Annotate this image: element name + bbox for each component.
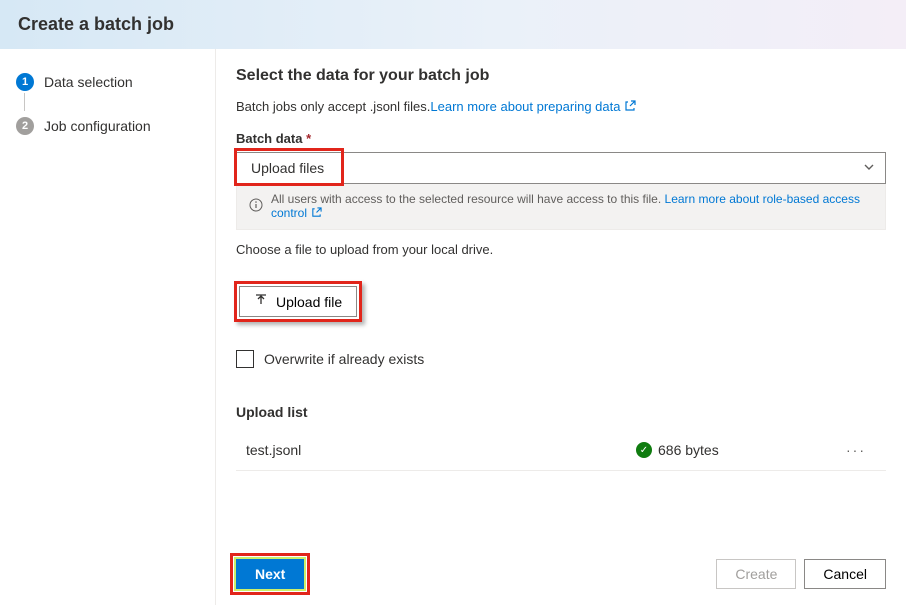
wizard-steps-sidebar: 1 Data selection 2 Job configuration — [0, 49, 215, 605]
wizard-footer: Next Create Cancel — [216, 547, 906, 605]
overwrite-checkbox[interactable] — [236, 350, 254, 368]
batch-data-select[interactable]: Upload files — [236, 152, 886, 184]
next-button[interactable]: Next — [236, 559, 304, 589]
highlight-annotation: Next — [236, 559, 304, 589]
step-job-configuration[interactable]: 2 Job configuration — [12, 111, 202, 141]
create-button: Create — [716, 559, 796, 589]
info-icon — [249, 198, 263, 215]
required-mark: * — [306, 131, 311, 146]
step-number-badge: 2 — [16, 117, 34, 135]
step-label: Job configuration — [44, 118, 151, 134]
overwrite-checkbox-row: Overwrite if already exists — [236, 350, 886, 368]
learn-preparing-data-link[interactable]: Learn more about preparing data — [430, 99, 636, 114]
upload-icon — [254, 293, 268, 310]
step-connector — [24, 93, 25, 111]
accept-note: Batch jobs only accept .jsonl files.Lear… — [236, 99, 886, 115]
section-heading: Select the data for your batch job — [236, 67, 886, 85]
step-data-selection[interactable]: 1 Data selection — [12, 67, 202, 97]
external-link-icon — [624, 100, 636, 115]
chevron-down-icon — [863, 160, 875, 176]
upload-list-heading: Upload list — [236, 404, 886, 420]
access-info-bar: All users with access to the selected re… — [236, 184, 886, 230]
success-check-icon: ✓ — [636, 442, 652, 458]
file-name: test.jsonl — [246, 442, 636, 458]
batch-data-label: Batch data * — [236, 131, 886, 146]
more-actions-button[interactable]: ··· — [836, 442, 876, 458]
highlight-annotation: Upload file — [236, 283, 360, 320]
file-size: 686 bytes — [658, 442, 719, 458]
cancel-button[interactable]: Cancel — [804, 559, 886, 589]
choose-file-text: Choose a file to upload from your local … — [236, 242, 886, 257]
main-panel: Select the data for your batch job Batch… — [215, 49, 906, 605]
select-value: Upload files — [247, 158, 328, 178]
wizard-header: Create a batch job — [0, 0, 906, 49]
step-number-badge: 1 — [16, 73, 34, 91]
overwrite-label: Overwrite if already exists — [264, 351, 424, 367]
external-link-icon — [311, 207, 322, 221]
upload-file-button[interactable]: Upload file — [239, 286, 357, 317]
upload-list-item: test.jsonl ✓ 686 bytes ··· — [236, 430, 886, 471]
page-title: Create a batch job — [18, 14, 888, 35]
step-label: Data selection — [44, 74, 133, 90]
